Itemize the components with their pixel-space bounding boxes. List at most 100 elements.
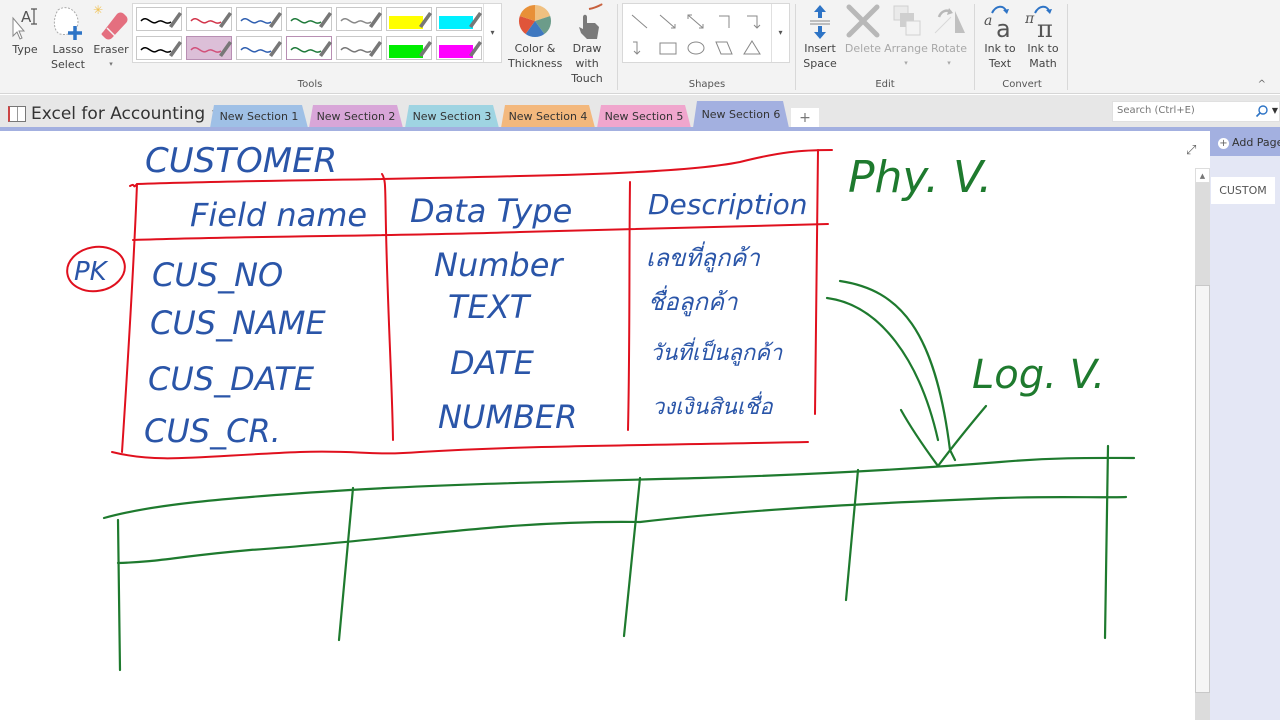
shapes-gallery-more-button[interactable]: ▾ <box>771 4 789 62</box>
pen-swatch[interactable] <box>136 36 182 60</box>
highlighter-swatch[interactable] <box>386 36 432 60</box>
pen-icon <box>290 12 332 28</box>
notebook-icon <box>8 106 26 122</box>
pen-swatch[interactable] <box>236 7 282 31</box>
search-input[interactable]: Search (Ctrl+E) ▼ <box>1112 101 1280 122</box>
eraser-button[interactable]: ✳ Eraser ▾ <box>92 2 130 72</box>
arrange-dropdown-caret[interactable]: ▾ <box>884 56 928 71</box>
type-button[interactable]: A Type <box>8 4 42 57</box>
scroll-up-button[interactable]: ▲ <box>1195 168 1210 183</box>
highlighter-swatch[interactable] <box>436 7 482 31</box>
pen-swatch[interactable] <box>186 7 232 31</box>
page-canvas[interactable] <box>0 131 1195 720</box>
rectangle-shape-icon[interactable] <box>657 38 679 58</box>
search-icon[interactable] <box>1255 104 1269 118</box>
add-circle-icon: + <box>1218 138 1229 149</box>
add-section-button[interactable]: + <box>791 108 819 128</box>
color-thickness-button[interactable]: Color & Thickness <box>508 3 562 71</box>
pen-swatch[interactable] <box>136 7 182 31</box>
pen-icon <box>190 12 232 28</box>
delete-x-icon <box>846 4 880 38</box>
section-tab[interactable]: New Section 6 <box>693 101 789 128</box>
pen-icon <box>240 41 282 57</box>
ink-to-text-label-line2: Text <box>988 57 1012 70</box>
lasso-icon <box>53 7 82 40</box>
ink-to-text-button[interactable]: a a Ink to Text <box>980 3 1020 71</box>
rotate-icon <box>934 8 965 34</box>
pen-swatch[interactable] <box>286 7 332 31</box>
eraser-label: Eraser <box>93 43 129 56</box>
svg-text:a: a <box>984 13 992 29</box>
add-page-button[interactable]: + Add Page <box>1210 131 1280 156</box>
pen-swatch[interactable] <box>236 36 282 60</box>
pen-gallery-more-button[interactable]: ▾ <box>483 4 501 62</box>
ink-to-math-label-line1: Ink to <box>1027 42 1059 55</box>
convert-group-label: Convert <box>1002 79 1042 90</box>
delete-label: Delete <box>844 42 882 55</box>
ellipse-shape-icon[interactable] <box>685 38 707 58</box>
highlighter-icon <box>439 12 482 29</box>
arrow-shape-icon[interactable] <box>657 12 679 32</box>
double-arrow-shape-icon[interactable] <box>685 12 707 32</box>
pen-icon <box>140 12 182 28</box>
highlighter-swatch[interactable] <box>436 36 482 60</box>
section-tab[interactable]: New Section 1 <box>210 105 308 128</box>
corner-arrow-shape-icon[interactable] <box>629 38 651 58</box>
color-thickness-label-line2: Thickness <box>508 57 563 70</box>
section-tab[interactable]: New Section 2 <box>309 105 403 128</box>
svg-text:π: π <box>1025 11 1035 27</box>
ink-to-text-label-line1: Ink to <box>984 42 1016 55</box>
section-tab[interactable]: New Section 5 <box>597 105 691 128</box>
lasso-select-button[interactable]: Lasso Select <box>48 4 88 72</box>
section-tab[interactable]: New Section 3 <box>405 105 499 128</box>
pen-swatch[interactable] <box>186 36 232 60</box>
svg-text:a: a <box>996 15 1011 41</box>
pen-icon <box>290 41 332 57</box>
collapse-ribbon-button[interactable]: ^ <box>1258 79 1266 90</box>
parallelogram-shape-icon[interactable] <box>713 38 735 58</box>
touch-hand-icon <box>579 3 603 39</box>
pen-swatch[interactable] <box>336 36 382 60</box>
color-wheel-icon <box>518 5 552 38</box>
pen-swatch[interactable] <box>286 36 332 60</box>
axis-shape-icon[interactable] <box>713 12 735 32</box>
highlighter-swatch[interactable] <box>386 7 432 31</box>
arrange-button[interactable]: Arrange ▾ <box>884 3 928 71</box>
ribbon: A Type Lasso Select ✳ Eraser ▾ ▾ Color &… <box>0 0 1280 94</box>
pen-swatch[interactable] <box>336 7 382 31</box>
pages-panel <box>1210 131 1280 720</box>
vertical-scrollbar[interactable]: ▲ <box>1195 168 1210 720</box>
ink-to-math-button[interactable]: π π Ink to Math <box>1023 3 1063 71</box>
rotate-dropdown-caret[interactable]: ▾ <box>929 56 969 71</box>
notebook-selector[interactable]: Excel for Accounting ▼ <box>8 104 219 124</box>
pen-icon <box>140 41 182 57</box>
elbow-arrow-shape-icon[interactable] <box>741 12 763 32</box>
ink-to-text-icon: a a <box>984 5 1011 41</box>
triangle-shape-icon[interactable] <box>741 38 763 58</box>
expand-page-icon[interactable]: ⤢ <box>1186 143 1196 158</box>
arrange-label: Arrange <box>884 42 928 55</box>
ink-to-math-icon: π π <box>1025 5 1053 41</box>
add-page-label: Add Page <box>1232 136 1280 149</box>
tools-group-label: Tools <box>297 79 323 90</box>
rotate-button[interactable]: Rotate ▾ <box>929 3 969 71</box>
eraser-dropdown-caret[interactable]: ▾ <box>92 57 130 72</box>
edit-group-label: Edit <box>875 79 895 90</box>
lasso-label-line2: Select <box>51 58 85 71</box>
ink-to-math-label-line2: Math <box>1029 57 1057 70</box>
insert-space-icon <box>810 5 830 39</box>
page-item[interactable]: CUSTOM <box>1211 177 1275 204</box>
lasso-label-line1: Lasso <box>52 43 84 56</box>
insert-space-button[interactable]: Insert Space <box>800 3 840 71</box>
draw-with-touch-button[interactable]: Draw with Touch <box>560 3 614 86</box>
search-scope-dropdown[interactable]: ▼ <box>1272 106 1278 115</box>
line-shape-icon[interactable] <box>629 12 651 32</box>
svg-text:✳: ✳ <box>93 3 103 17</box>
insert-space-label-line1: Insert <box>804 42 836 55</box>
scrollbar-thumb[interactable] <box>1195 285 1210 693</box>
pen-icon <box>190 41 232 57</box>
eraser-icon: ✳ <box>93 3 128 40</box>
section-tab[interactable]: New Section 4 <box>501 105 595 128</box>
group-separator <box>974 4 975 90</box>
delete-button[interactable]: Delete <box>843 3 883 56</box>
